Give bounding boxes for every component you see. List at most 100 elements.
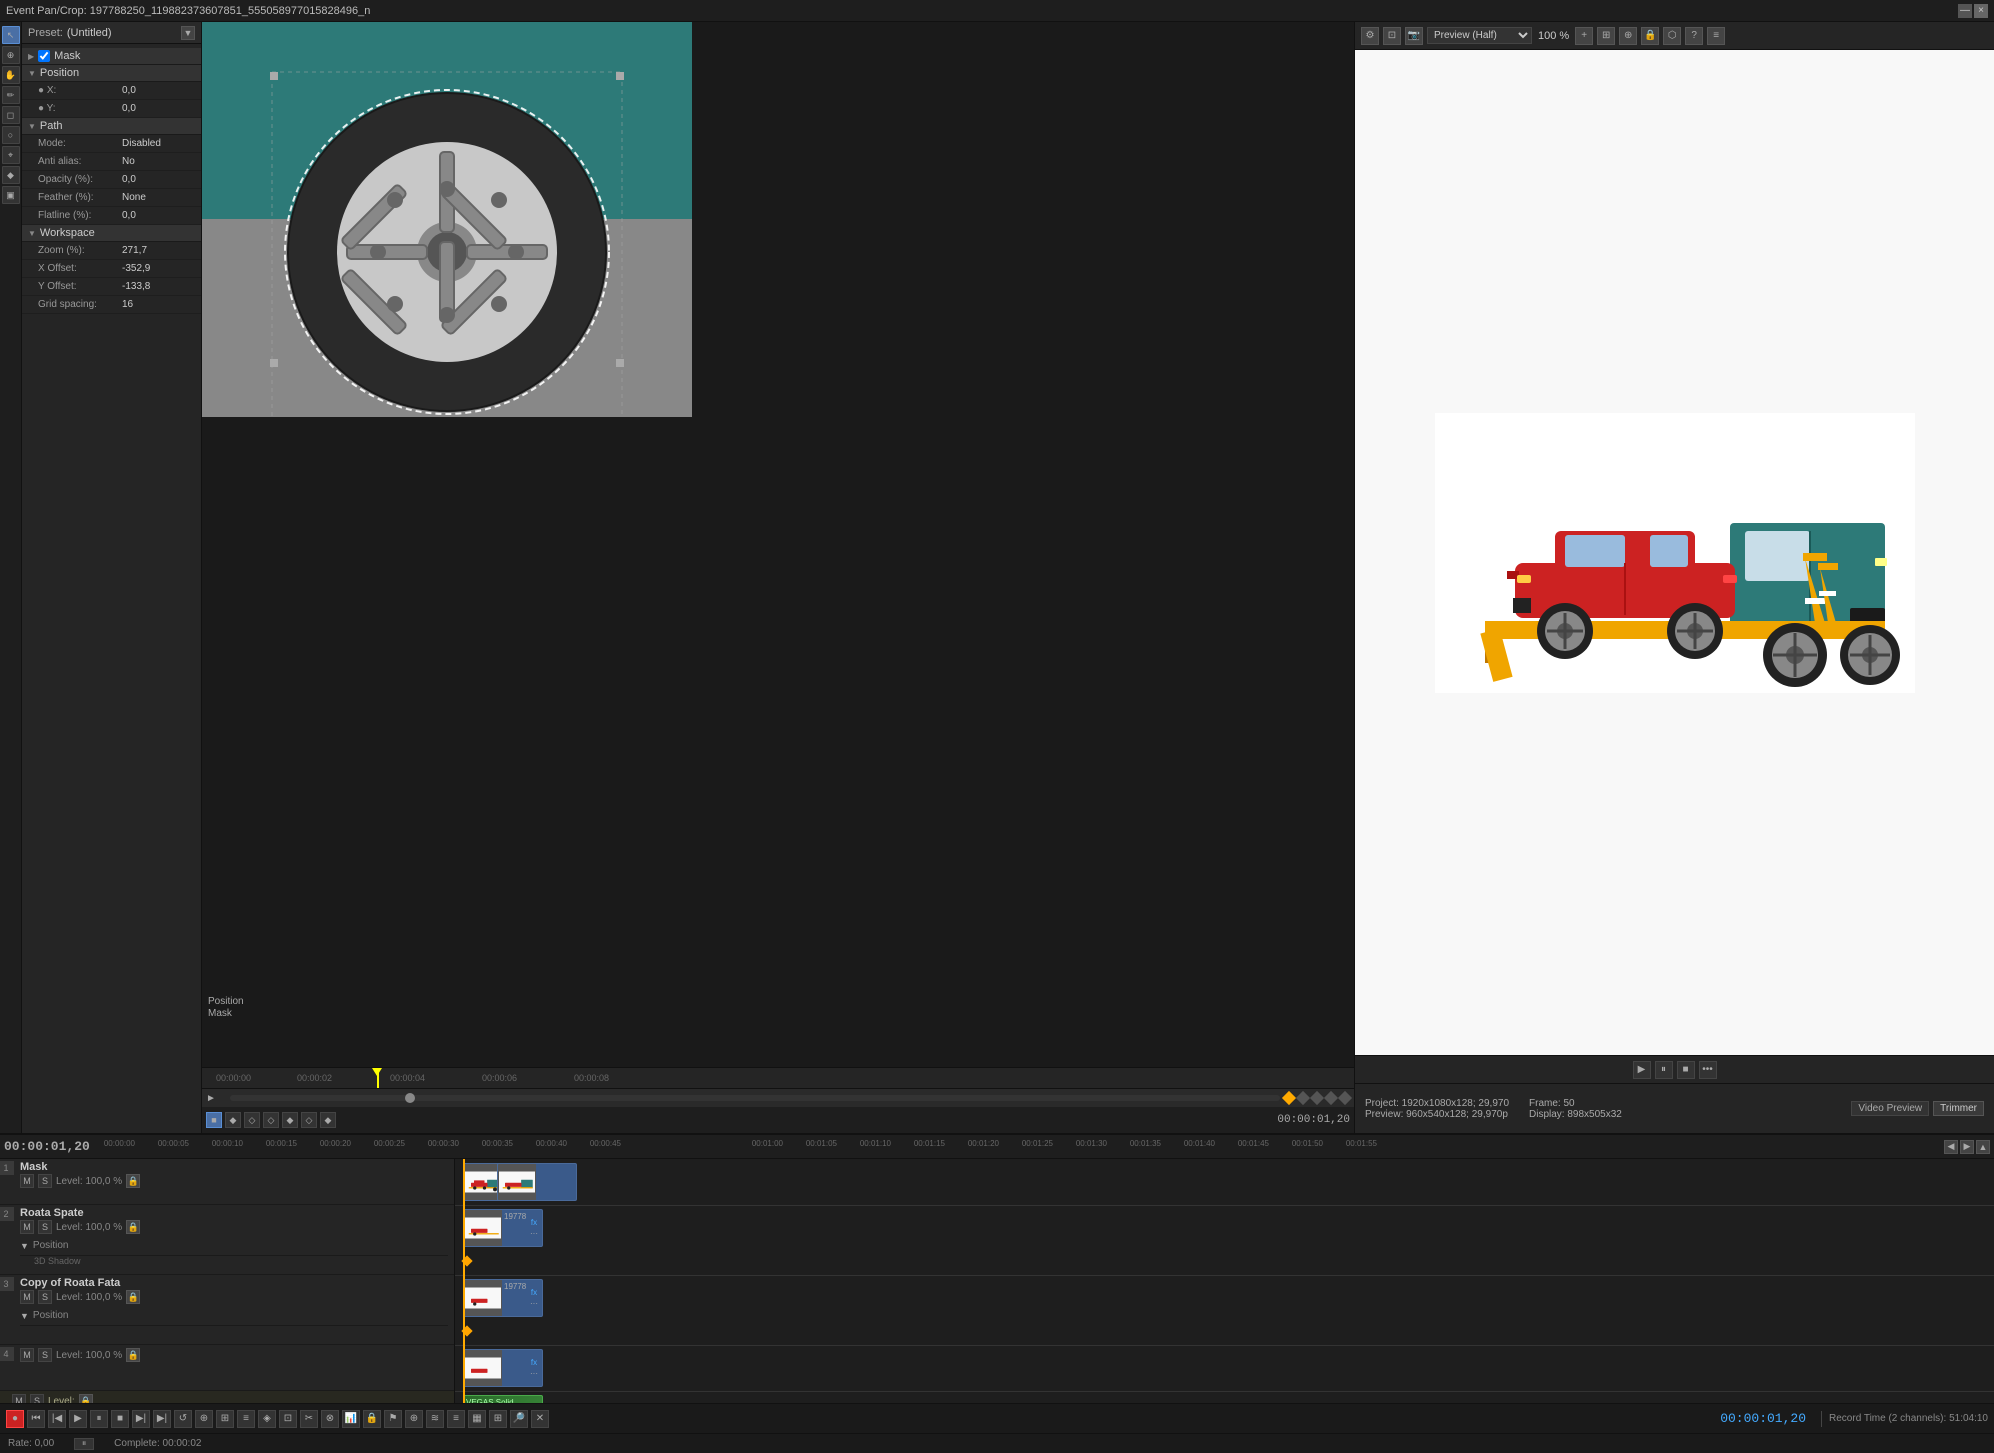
play-btn[interactable]: ▶ [69, 1410, 87, 1428]
trans-icon-12[interactable]: ≋ [426, 1410, 444, 1428]
track-5-clip[interactable]: VEGAS Solid Color 6 fx ··· [463, 1395, 543, 1403]
trans-icon-6[interactable]: ✂ [300, 1410, 318, 1428]
crop-play-btn[interactable]: ■ [206, 1112, 222, 1128]
track-2-mute-btn[interactable]: M [20, 1220, 34, 1234]
keyframe-diamond-3[interactable] [1310, 1091, 1324, 1105]
mask-checkbox[interactable] [38, 50, 50, 62]
track-4-mute-btn[interactable]: M [20, 1348, 34, 1362]
trans-icon-4[interactable]: ◈ [258, 1410, 276, 1428]
pause-indicator[interactable]: ⏸ [74, 1438, 94, 1450]
minimize-btn[interactable]: — [1958, 4, 1972, 18]
track-5-solo-btn[interactable]: S [30, 1394, 44, 1403]
kf-btn-6[interactable]: ◆ [320, 1112, 336, 1128]
track-2-solo-btn[interactable]: S [38, 1220, 52, 1234]
preview-canvas[interactable]: Position Mask [202, 22, 1354, 1067]
loop-btn[interactable]: ↺ [174, 1410, 192, 1428]
extra-tool-btn[interactable]: ▣ [2, 186, 20, 204]
track-2-clip[interactable]: 197788250_119882373607851 fx ··· [463, 1209, 543, 1247]
tl-scroll-right[interactable]: ▶ [1960, 1140, 1974, 1154]
preview-quality-select[interactable]: Preview (Half) Preview (Full) Preview (Q… [1427, 27, 1532, 44]
video-preview-tab[interactable]: Video Preview [1851, 1101, 1929, 1116]
mask-section-header[interactable]: ▶ Mask [22, 48, 201, 65]
display-icon-btn[interactable]: ⊡ [1383, 27, 1401, 45]
settings-icon-btn[interactable]: ⚙ [1361, 27, 1379, 45]
kf-btn-1[interactable]: ◆ [225, 1112, 241, 1128]
camera-icon-btn[interactable]: 📷 [1405, 27, 1423, 45]
position-section-header[interactable]: ▼ Position [22, 65, 201, 82]
track-4-lock-btn[interactable]: 🔒 [126, 1348, 140, 1362]
track-3-mute-btn[interactable]: M [20, 1290, 34, 1304]
track-5-mute-btn[interactable]: M [12, 1394, 26, 1403]
trans-icon-14[interactable]: ▦ [468, 1410, 486, 1428]
kf-btn-2[interactable]: ◇ [244, 1112, 260, 1128]
pause-btn[interactable]: ⏸ [90, 1410, 108, 1428]
track-content-area[interactable]: 197788250_119882373607851 fx ··· [455, 1159, 1994, 1403]
scrubber-bar[interactable] [230, 1095, 1280, 1101]
export-icon-btn[interactable]: ⬡ [1663, 27, 1681, 45]
snap-icon-btn[interactable]: ⊕ [1619, 27, 1637, 45]
keyframe-diamond-4[interactable] [1324, 1091, 1338, 1105]
pointer-tool-btn[interactable]: ↖ [2, 26, 20, 44]
scrubber-handle[interactable] [405, 1093, 415, 1103]
trans-icon-10[interactable]: ⚑ [384, 1410, 402, 1428]
settings2-icon-btn[interactable]: ≡ [1707, 27, 1725, 45]
trans-icon-5[interactable]: ⊡ [279, 1410, 297, 1428]
keyframe-tool-btn[interactable]: ◆ [2, 166, 20, 184]
pan-tool-btn[interactable]: ✋ [2, 66, 20, 84]
zoom-in-icon-btn[interactable]: + [1575, 27, 1593, 45]
track-1-lock-btn[interactable]: 🔒 [126, 1174, 140, 1188]
path-section-header[interactable]: ▼ Path [22, 118, 201, 135]
crop-handle-tr[interactable] [616, 72, 624, 80]
trans-icon-17[interactable]: ✕ [531, 1410, 549, 1428]
go-end-btn[interactable]: ▶| [153, 1410, 171, 1428]
draw-tool-btn[interactable]: ✏ [2, 86, 20, 104]
preview-more-btn[interactable]: ••• [1699, 1061, 1717, 1079]
crop-handle-bl[interactable] [270, 359, 278, 367]
track-3-clip[interactable]: 197788250_119882373607851 fx ··· [463, 1279, 543, 1317]
kf-btn-5[interactable]: ◇ [301, 1112, 317, 1128]
keyframe-diamond-main[interactable] [1282, 1091, 1296, 1105]
trans-icon-15[interactable]: ⊞ [489, 1410, 507, 1428]
trans-icon-13[interactable]: ≡ [447, 1410, 465, 1428]
trans-icon-2[interactable]: ⊞ [216, 1410, 234, 1428]
crop-handle-br[interactable] [616, 359, 624, 367]
trans-icon-1[interactable]: ⊕ [195, 1410, 213, 1428]
search-tool-btn[interactable]: ⌖ [2, 146, 20, 164]
record-btn[interactable]: ● [6, 1410, 24, 1428]
tl-expand[interactable]: ▲ [1976, 1140, 1990, 1154]
close-btn[interactable]: × [1974, 4, 1988, 18]
grid-icon-btn[interactable]: ⊞ [1597, 27, 1615, 45]
timeline-ruler-container[interactable]: 00:00:00 00:00:05 00:00:10 00:00:15 00:0… [104, 1139, 1940, 1155]
preview-play-btn[interactable]: ▶ [1633, 1061, 1651, 1079]
track-4-solo-btn[interactable]: S [38, 1348, 52, 1362]
preview-pause-btn[interactable]: ⏸ [1655, 1061, 1673, 1079]
keyframe-diamond-5[interactable] [1338, 1091, 1352, 1105]
circle-tool-btn[interactable]: ○ [2, 126, 20, 144]
tl-scroll-left[interactable]: ◀ [1944, 1140, 1958, 1154]
shape-tool-btn[interactable]: ◻ [2, 106, 20, 124]
trans-icon-9[interactable]: 🔒 [363, 1410, 381, 1428]
help-icon-btn[interactable]: ? [1685, 27, 1703, 45]
track-1-clip-2[interactable] [497, 1163, 577, 1201]
track-1-solo-btn[interactable]: S [38, 1174, 52, 1188]
go-start-btn[interactable]: |◀ [48, 1410, 66, 1428]
track-2-lock-btn[interactable]: 🔒 [126, 1220, 140, 1234]
track-4-clip[interactable]: fx ··· [463, 1349, 543, 1387]
trans-icon-16[interactable]: 🔎 [510, 1410, 528, 1428]
preview-stop-btn[interactable]: ■ [1677, 1061, 1695, 1079]
trimmer-tab[interactable]: Trimmer [1933, 1101, 1984, 1116]
trans-icon-8[interactable]: 📊 [342, 1410, 360, 1428]
zoom-tool-btn[interactable]: ⊕ [2, 46, 20, 64]
kf-btn-4[interactable]: ◆ [282, 1112, 298, 1128]
workspace-section-header[interactable]: ▼ Workspace [22, 225, 201, 242]
crop-handle-tl[interactable] [270, 72, 278, 80]
trans-icon-7[interactable]: ⊗ [321, 1410, 339, 1428]
track-3-lock-btn[interactable]: 🔒 [126, 1290, 140, 1304]
lock-icon-btn[interactable]: 🔒 [1641, 27, 1659, 45]
trans-icon-3[interactable]: ≡ [237, 1410, 255, 1428]
kf-btn-3[interactable]: ◇ [263, 1112, 279, 1128]
mini-timeline-ruler[interactable]: 00:00:00 00:00:02 00:00:04 00:00:06 00:0… [202, 1067, 1354, 1089]
next-frame-btn[interactable]: ▶| [132, 1410, 150, 1428]
stop-btn[interactable]: ■ [111, 1410, 129, 1428]
track-3-solo-btn[interactable]: S [38, 1290, 52, 1304]
